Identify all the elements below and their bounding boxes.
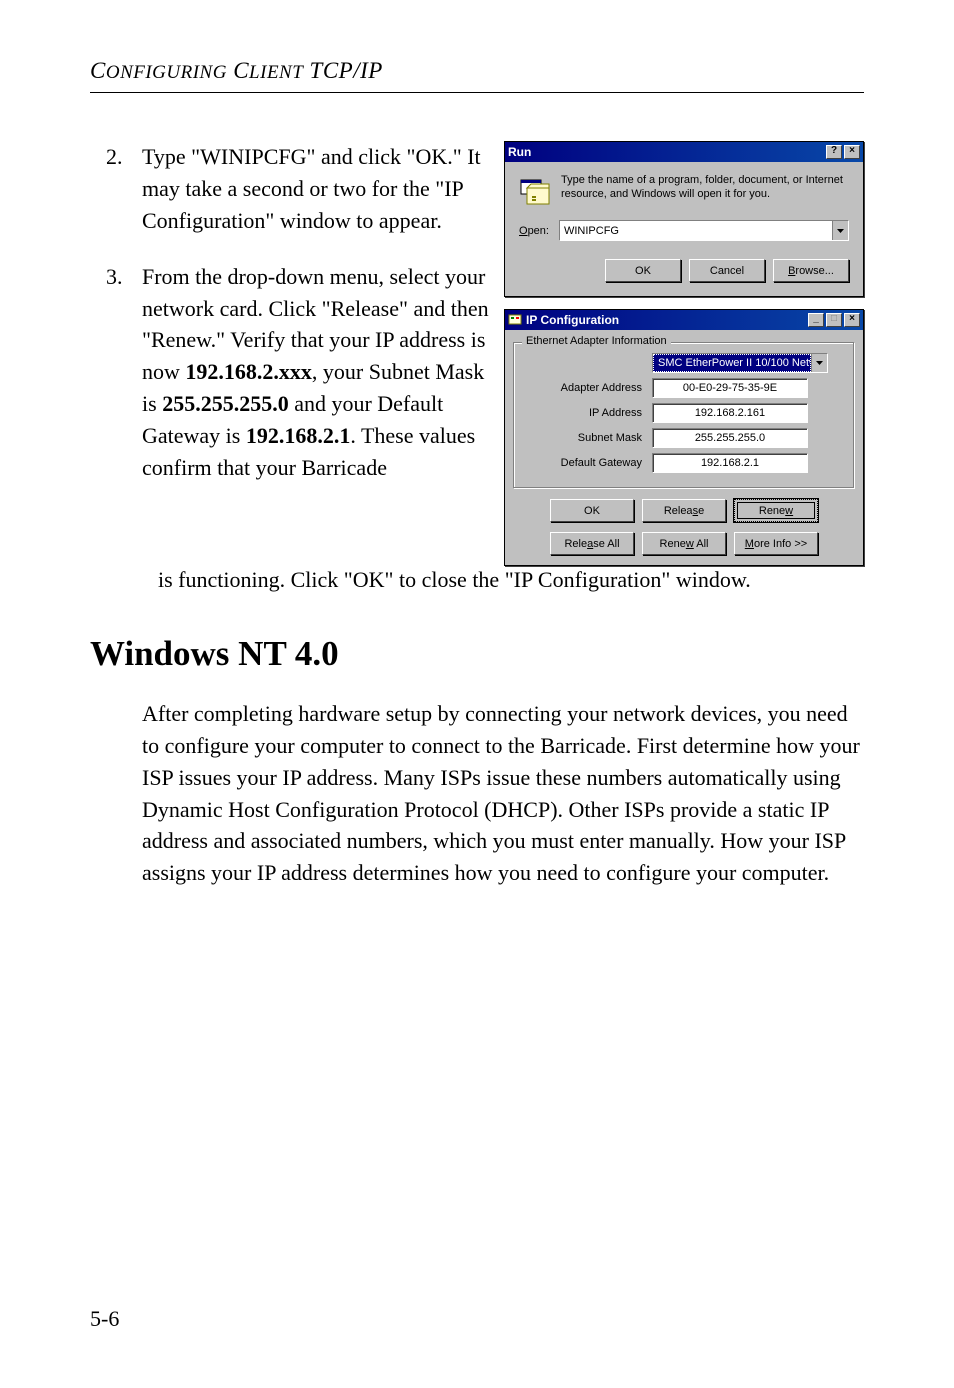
open-input[interactable] xyxy=(560,221,832,240)
ip-configuration-dialog: IP Configuration _ □ × Ethernet Adapter … xyxy=(504,309,864,566)
title-bar: Run ? × xyxy=(505,142,863,162)
subnet-mask-value: 255.255.255.0 xyxy=(652,428,808,448)
adapter-combobox[interactable]: SMC EtherPower II 10/100 Netw xyxy=(652,353,828,373)
adapter-address-value: 00-E0-29-75-35-9E xyxy=(652,378,808,398)
group-legend: Ethernet Adapter Information xyxy=(522,335,671,347)
renew-button[interactable]: Renew xyxy=(734,499,818,522)
close-button[interactable]: × xyxy=(844,313,860,327)
chevron-down-icon[interactable] xyxy=(832,221,848,240)
more-info-button[interactable]: More Info >> xyxy=(734,532,818,555)
title-bar: IP Configuration _ □ × xyxy=(505,310,863,330)
default-gateway-value: 192.168.2.1 xyxy=(652,453,808,473)
step-text: From the drop-down menu, select your net… xyxy=(142,261,490,484)
run-description: Type the name of a program, folder, docu… xyxy=(561,174,849,202)
chevron-down-icon[interactable] xyxy=(811,354,827,372)
step-text: Type "WINIPCFG" and click "OK." It may t… xyxy=(142,141,490,237)
step-3: 3. From the drop-down menu, select your … xyxy=(90,261,490,484)
browse-button[interactable]: Browse... xyxy=(773,259,849,282)
subnet-mask-label: Subnet Mask xyxy=(524,432,652,444)
open-combobox[interactable] xyxy=(559,220,849,241)
step-2: 2. Type "WINIPCFG" and click "OK." It ma… xyxy=(90,141,490,237)
ip-address-label: IP Address xyxy=(524,407,652,419)
default-gateway-label: Default Gateway xyxy=(524,457,652,469)
adapter-address-label: Adapter Address xyxy=(524,382,652,394)
page-header: CONFIGURING CLIENT TCP/IP xyxy=(90,58,864,84)
maximize-button[interactable]: □ xyxy=(826,313,842,327)
page-number: 5-6 xyxy=(90,1306,119,1332)
section-heading: Windows NT 4.0 xyxy=(90,634,864,674)
body-paragraph: After completing hardware setup by conne… xyxy=(142,698,864,889)
open-label: Open: xyxy=(519,225,549,237)
header-rule xyxy=(90,92,864,93)
help-button[interactable]: ? xyxy=(826,145,842,159)
adapter-selected: SMC EtherPower II 10/100 Netw xyxy=(653,354,811,372)
renew-all-button[interactable]: Renew All xyxy=(642,532,726,555)
ipconfig-icon xyxy=(508,313,522,327)
release-button[interactable]: Release xyxy=(642,499,726,522)
dialog-title: Run xyxy=(508,145,531,159)
dialog-title: IP Configuration xyxy=(526,313,619,327)
ok-button[interactable]: OK xyxy=(605,259,681,282)
close-button[interactable]: × xyxy=(844,145,860,159)
release-all-button[interactable]: Release All xyxy=(550,532,634,555)
step-3-continuation: is functioning. Click "OK" to close the … xyxy=(158,564,864,596)
run-program-icon xyxy=(519,174,551,206)
step-number: 2. xyxy=(90,141,142,237)
step-number: 3. xyxy=(90,261,142,484)
cancel-button[interactable]: Cancel xyxy=(689,259,765,282)
minimize-button[interactable]: _ xyxy=(808,313,824,327)
run-dialog: Run ? × Type the name of a pr xyxy=(504,141,864,297)
ethernet-adapter-groupbox: Ethernet Adapter Information SMC EtherPo… xyxy=(513,342,855,489)
ok-button[interactable]: OK xyxy=(550,499,634,522)
ip-address-value: 192.168.2.161 xyxy=(652,403,808,423)
